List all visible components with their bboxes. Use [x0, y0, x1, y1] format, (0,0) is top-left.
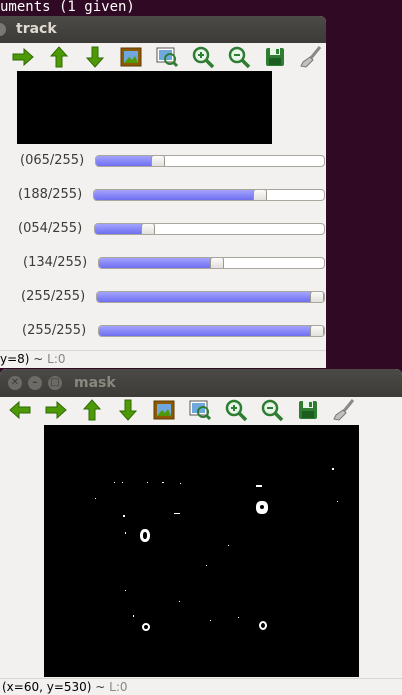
mask-speck [123, 515, 125, 517]
mask-speck [337, 501, 338, 502]
mask-speck [114, 482, 115, 483]
terminal-output-line: uments (1 given) [0, 0, 135, 15]
trackbar-slider[interactable] [98, 325, 325, 337]
mask-window: ✕ – □ mask (x=60, y=530) ~ L:0 [0, 369, 402, 695]
trackbar-row: (255/255) [0, 321, 326, 341]
trackbar-slider[interactable] [98, 257, 325, 269]
trackbar-value-label: (188/255) [18, 187, 83, 202]
mask-image [44, 425, 359, 677]
mask-statusbar: (x=60, y=530) ~ L:0 [0, 678, 402, 695]
status-separator: ~ [29, 352, 48, 366]
track-toolbar [5, 44, 326, 70]
trackbar-row: (188/255) [0, 185, 326, 205]
trackbar-handle[interactable] [310, 326, 324, 336]
mask-speck [180, 483, 181, 484]
arrow-down-icon[interactable] [77, 44, 113, 70]
zoom-out-icon[interactable] [221, 44, 257, 70]
mask-blob [140, 529, 150, 542]
track-preview-image [17, 71, 272, 144]
picture-icon[interactable] [146, 397, 182, 423]
trackbar-fill [99, 258, 217, 268]
zoom-in-icon[interactable] [185, 44, 221, 70]
mask-speck [125, 532, 126, 534]
arrow-left-icon[interactable] [2, 397, 38, 423]
trackbar-slider[interactable] [96, 291, 325, 303]
mask-speck [179, 601, 180, 602]
trackbar-row: (065/255) [0, 151, 326, 171]
mask-speck [147, 482, 148, 483]
save-icon[interactable] [257, 44, 293, 70]
status-level: L:0 [47, 352, 66, 366]
mask-window-title: mask [74, 375, 116, 391]
trackbar-value-label: (065/255) [20, 153, 85, 168]
mask-speck [210, 620, 211, 621]
trackbar-value-label: (255/255) [22, 323, 87, 338]
trackbar-value-label: (255/255) [21, 289, 86, 304]
arrow-down-icon[interactable] [110, 397, 146, 423]
zoom-region-icon[interactable] [149, 44, 185, 70]
mask-speck [238, 617, 239, 618]
trackbar-handle[interactable] [253, 190, 267, 200]
mask-speck [174, 513, 180, 514]
mask-speck [95, 498, 96, 499]
close-icon[interactable]: ✕ [8, 376, 22, 390]
arrow-right-icon[interactable] [38, 397, 74, 423]
mask-blob [260, 505, 264, 509]
mask-speck [206, 565, 207, 566]
trackbar-fill [99, 326, 317, 336]
status-position: y=8) [0, 352, 30, 366]
mask-speck [125, 590, 126, 591]
mask-toolbar [2, 397, 362, 423]
track-titlebar[interactable]: track [0, 16, 326, 43]
trackbar-fill [96, 156, 158, 166]
trackbar-fill [97, 292, 317, 302]
zoom-region-icon[interactable] [182, 397, 218, 423]
window-control-button[interactable] [0, 23, 6, 36]
mask-blob [259, 621, 267, 630]
properties-brush-icon[interactable] [293, 44, 326, 70]
minimize-icon[interactable]: – [28, 376, 42, 390]
trackbar-handle[interactable] [210, 258, 224, 268]
trackbar-slider[interactable] [93, 189, 325, 201]
track-statusbar: y=8) ~ L:0 [0, 350, 326, 368]
zoom-out-icon[interactable] [254, 397, 290, 423]
mask-speck [162, 482, 164, 483]
trackbar-handle[interactable] [151, 156, 165, 166]
picture-icon[interactable] [113, 44, 149, 70]
arrow-right-icon[interactable] [5, 44, 41, 70]
mask-titlebar[interactable]: ✕ – □ mask [0, 369, 402, 397]
trackbar-slider[interactable] [95, 155, 325, 167]
trackbar-row: (255/255) [0, 287, 326, 307]
mask-speck [228, 545, 229, 546]
status-position: (x=60, y=530) [2, 680, 92, 694]
track-window-title: track [16, 21, 57, 37]
status-separator: ~ [91, 680, 110, 694]
status-level: L:0 [109, 680, 128, 694]
maximize-icon[interactable]: □ [48, 376, 62, 390]
mask-speck [332, 468, 334, 470]
arrow-up-icon[interactable] [41, 44, 77, 70]
mask-speck [256, 485, 262, 487]
mask-speck [122, 482, 123, 483]
mask-speck [133, 615, 134, 617]
trackbar-handle[interactable] [310, 292, 324, 302]
trackbar-handle[interactable] [141, 224, 155, 234]
track-window: track (065/255) (188/255) (054/255) (134… [0, 16, 326, 368]
trackbar-value-label: (134/255) [23, 255, 88, 270]
arrow-up-icon[interactable] [74, 397, 110, 423]
trackbar-slider[interactable] [94, 223, 325, 235]
save-icon[interactable] [290, 397, 326, 423]
properties-brush-icon[interactable] [326, 397, 362, 423]
trackbar-row: (054/255) [0, 219, 326, 239]
zoom-in-icon[interactable] [218, 397, 254, 423]
trackbar-fill [94, 190, 260, 200]
mask-blob [142, 623, 150, 631]
trackbar-value-label: (054/255) [18, 221, 83, 236]
trackbar-row: (134/255) [0, 253, 326, 273]
